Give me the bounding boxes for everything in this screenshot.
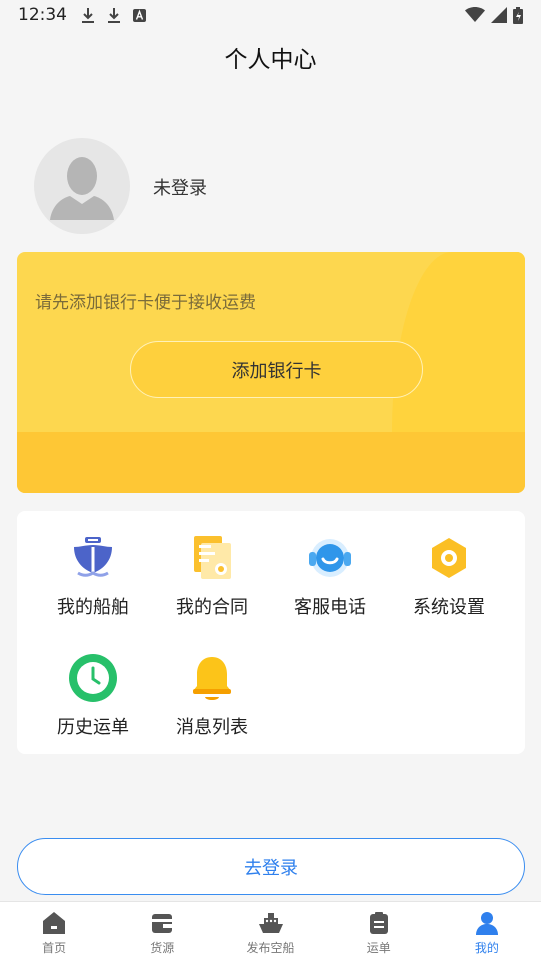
feature-my-ships[interactable]: 我的船舶 (34, 533, 152, 619)
battery-icon (513, 6, 523, 24)
feature-system-settings[interactable]: 系统设置 (390, 533, 508, 619)
tab-label: 运单 (366, 941, 391, 955)
ship-icon (68, 533, 118, 583)
wifi-icon (465, 7, 485, 22)
login-status-label[interactable]: 未登录 (153, 174, 207, 200)
feature-label: 客服电话 (294, 597, 366, 618)
publish-ship-icon (258, 913, 283, 933)
settings-icon (424, 533, 474, 583)
font-a-icon (133, 8, 146, 22)
home-icon (43, 912, 66, 934)
feature-label: 系统设置 (413, 597, 485, 618)
customer-service-icon (305, 533, 355, 583)
feature-label: 消息列表 (176, 717, 248, 738)
bottom-tab-bar: 首页 货源 发布空船 运单 我的 (0, 901, 541, 961)
avatar[interactable] (34, 138, 130, 234)
tab-cargo[interactable]: 货源 (108, 902, 216, 961)
feature-history-waybills[interactable]: 历史运单 (34, 653, 152, 739)
signal-icon (491, 7, 507, 23)
cargo-wallet-icon (152, 914, 173, 933)
tab-label: 首页 (42, 941, 67, 955)
banner-band (17, 432, 525, 493)
bank-card-hint: 请先添加银行卡便于接收运费 (35, 293, 256, 313)
tab-label: 发布空船 (246, 941, 295, 955)
feature-label: 我的合同 (176, 597, 248, 618)
waybill-icon (369, 912, 388, 934)
contract-icon (187, 533, 237, 583)
features-panel: 我的船舶 我的合同 客服电话 系统设置 历史运单 消息列表 (17, 511, 525, 754)
tab-mine[interactable]: 我的 (433, 902, 541, 961)
user-icon (475, 912, 498, 935)
feature-message-list[interactable]: 消息列表 (153, 653, 271, 739)
feature-customer-service[interactable]: 客服电话 (271, 533, 389, 619)
feature-label: 历史运单 (57, 717, 129, 738)
history-clock-icon (68, 653, 118, 703)
bell-icon (187, 653, 237, 703)
download-icon (82, 8, 94, 23)
feature-my-contracts[interactable]: 我的合同 (153, 533, 271, 619)
banner-decoration (392, 252, 525, 432)
bank-card-banner: 请先添加银行卡便于接收运费 添加银行卡 (17, 252, 525, 493)
tab-waybill[interactable]: 运单 (325, 902, 433, 961)
page-title: 个人中心 (224, 47, 317, 73)
tab-label: 货源 (150, 941, 175, 955)
download-icon (108, 8, 120, 23)
tab-publish-ship[interactable]: 发布空船 (216, 902, 324, 961)
add-bank-card-button[interactable]: 添加银行卡 (130, 341, 423, 398)
go-login-button[interactable]: 去登录 (17, 838, 525, 895)
status-bar: 12:34 (0, 0, 541, 30)
tab-label: 我的 (474, 941, 499, 955)
feature-label: 我的船舶 (57, 597, 129, 618)
status-time: 12:34 (18, 5, 67, 25)
tab-home[interactable]: 首页 (0, 902, 108, 961)
default-avatar-icon (50, 157, 114, 220)
